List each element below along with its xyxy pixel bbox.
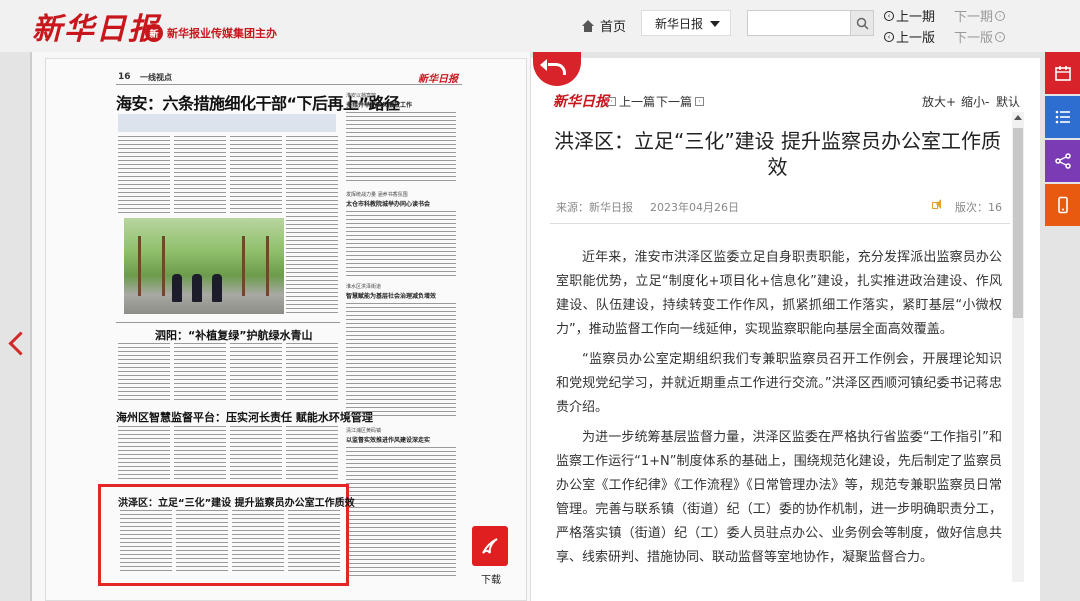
np-page-number: 16 xyxy=(118,72,131,82)
np-side-kicker: 发挥统战力量 涵养书香氛围 xyxy=(346,192,408,198)
np-text-block xyxy=(230,343,282,403)
article-source: 来源：新华日报 xyxy=(556,201,633,214)
np-headline-3[interactable]: 海州区智慧监督平台：压实河长责任 赋能水环境管理 xyxy=(116,409,373,425)
meta-divider xyxy=(550,223,1010,224)
np-side-headline[interactable]: 以监督实效推进作风建设深走实 xyxy=(346,435,430,444)
np-lead-box xyxy=(118,114,336,132)
prev-page-link[interactable]: ‹ 上一版 xyxy=(884,27,935,46)
np-side-headline[interactable]: 多措并举抓实风廉政工作 xyxy=(346,100,412,109)
paper-select[interactable]: 新华日报 xyxy=(641,10,731,36)
np-text-block xyxy=(346,303,456,417)
article-title: 洪泽区：立足“三化”建设 提升监察员办公室工作质效 xyxy=(553,129,1002,179)
np-side-kicker: 淮安以档案馆 xyxy=(346,93,377,99)
np-side-headline[interactable]: 智慧赋能为基层社会治理减负增效 xyxy=(346,291,436,300)
article-edition: 版次：16 xyxy=(955,201,1002,214)
next-issue-label: 下一期 xyxy=(954,10,994,25)
zoom-out-button[interactable]: 缩小- xyxy=(961,93,989,110)
search-button[interactable] xyxy=(850,10,874,36)
chevron-left-icon: ‹ xyxy=(884,31,894,42)
np-text-block xyxy=(346,112,456,182)
np-text-block xyxy=(174,136,226,214)
paper-select-value: 新华日报 xyxy=(655,16,704,31)
np-text-block xyxy=(118,343,170,403)
list-icon xyxy=(1055,110,1070,124)
chevron-left-icon: ‹ xyxy=(884,10,894,21)
np-brand: 新华日报 xyxy=(418,74,458,85)
chevron-right-icon: › xyxy=(995,31,1006,42)
site-logo[interactable]: 新华日报 xyxy=(32,4,160,48)
np-section-name: 一线视点 xyxy=(140,73,172,82)
np-text-block xyxy=(174,343,226,403)
np-headline-highlight[interactable]: 洪泽区：立足“三化”建设 提升监察员办公室工作质效 xyxy=(118,494,355,509)
mobile-phone-icon xyxy=(1057,196,1068,214)
np-text-block xyxy=(174,426,226,482)
home-icon xyxy=(582,19,594,32)
next-page-label: 下一版 xyxy=(954,31,994,46)
np-side-headline[interactable]: 太仓市科教院城举办同心读书会 xyxy=(346,199,430,208)
mobile-button[interactable] xyxy=(1045,184,1080,226)
back-arrow-icon xyxy=(540,59,566,75)
download-label: 下载 xyxy=(481,575,501,586)
scrollbar-thumb[interactable] xyxy=(1013,128,1023,318)
np-text-block xyxy=(346,447,456,577)
prev-article-link[interactable]: ‹ 上一篇 xyxy=(607,93,655,110)
search-icon xyxy=(856,17,869,30)
chevron-right-icon: › xyxy=(995,10,1006,21)
prev-page-arrow[interactable] xyxy=(8,330,28,360)
article-paragraph: 近年来，淮安市洪泽区监委立足自身职责职能，充分发挥派出监察员办公室职能优势，立足… xyxy=(556,250,1002,337)
article-date: 2023年04月26日 xyxy=(650,201,739,214)
prev-article-label: 上一篇 xyxy=(619,95,656,109)
prev-issue-link[interactable]: ‹ 上一期 xyxy=(884,6,935,25)
np-headline-2[interactable]: 泗阳：“补植复绿”护航绿水青山 xyxy=(155,327,312,343)
np-text-block xyxy=(288,510,340,572)
calendar-icon xyxy=(1054,66,1071,81)
np-text-block xyxy=(118,426,170,482)
share-button[interactable] xyxy=(1045,140,1080,182)
home-link[interactable]: 首页 xyxy=(582,16,626,35)
np-side-kicker: 清江浦区黄码镇 xyxy=(346,428,382,434)
next-issue-link[interactable]: 下一期 › xyxy=(954,6,1006,25)
np-text-block xyxy=(230,426,282,482)
search-input[interactable] xyxy=(747,10,851,36)
np-divider xyxy=(116,322,340,323)
chevron-left-icon: ‹ xyxy=(607,97,616,106)
next-page-link[interactable]: 下一版 › xyxy=(954,27,1006,46)
article-body: 近年来，淮安市洪泽区监委立足自身职责职能，充分发挥派出监察员办公室职能优势，立足… xyxy=(556,246,1002,576)
np-text-block xyxy=(286,343,338,403)
np-photo[interactable] xyxy=(124,218,284,314)
np-text-block xyxy=(230,136,282,214)
np-text-block xyxy=(120,510,172,572)
zoom-default-button[interactable]: 默认 xyxy=(996,93,1020,110)
np-text-block xyxy=(118,196,170,216)
publisher-label: 新 新华报业传媒集团主办 xyxy=(145,24,277,42)
np-text-block xyxy=(286,426,338,482)
np-text-block xyxy=(176,510,228,572)
zoom-in-button[interactable]: 放大+ xyxy=(922,93,956,110)
article-paragraph: “监察员办公室定期组织我们专兼职监察员召开工作例会，开展理论知识和党规党纪学习，… xyxy=(556,352,1002,415)
publisher-logo-icon: 新 xyxy=(145,24,163,42)
article-paragraph: 为进一步统筹基层监督力量，洪泽区监委在严格执行省监委“工作指引”和监察工作运行“… xyxy=(556,430,1002,565)
catalog-button[interactable] xyxy=(1045,96,1080,138)
np-text-block xyxy=(346,211,456,279)
speaker-icon[interactable] xyxy=(932,199,944,210)
chevron-right-icon: › xyxy=(695,97,705,106)
prev-page-label: 上一版 xyxy=(896,31,936,46)
prev-issue-label: 上一期 xyxy=(896,10,936,25)
chevron-down-icon xyxy=(710,21,720,27)
home-label: 首页 xyxy=(600,20,627,35)
calendar-button[interactable] xyxy=(1045,52,1080,94)
pdf-download-button[interactable] xyxy=(472,526,508,566)
pdf-icon xyxy=(482,538,498,554)
article-brand: 新华日报 xyxy=(553,94,609,110)
np-text-block xyxy=(286,136,338,316)
np-side-kicker: 淮水区洪泽街道 xyxy=(346,284,382,290)
share-icon xyxy=(1054,153,1071,169)
np-text-block xyxy=(232,510,284,572)
np-divider xyxy=(116,84,462,85)
next-article-label: 下一篇 xyxy=(656,95,693,109)
next-article-link[interactable]: 下一篇 › xyxy=(656,93,705,110)
scroll-up-icon[interactable] xyxy=(1014,115,1022,120)
publisher-text: 新华报业传媒集团主办 xyxy=(167,27,277,40)
